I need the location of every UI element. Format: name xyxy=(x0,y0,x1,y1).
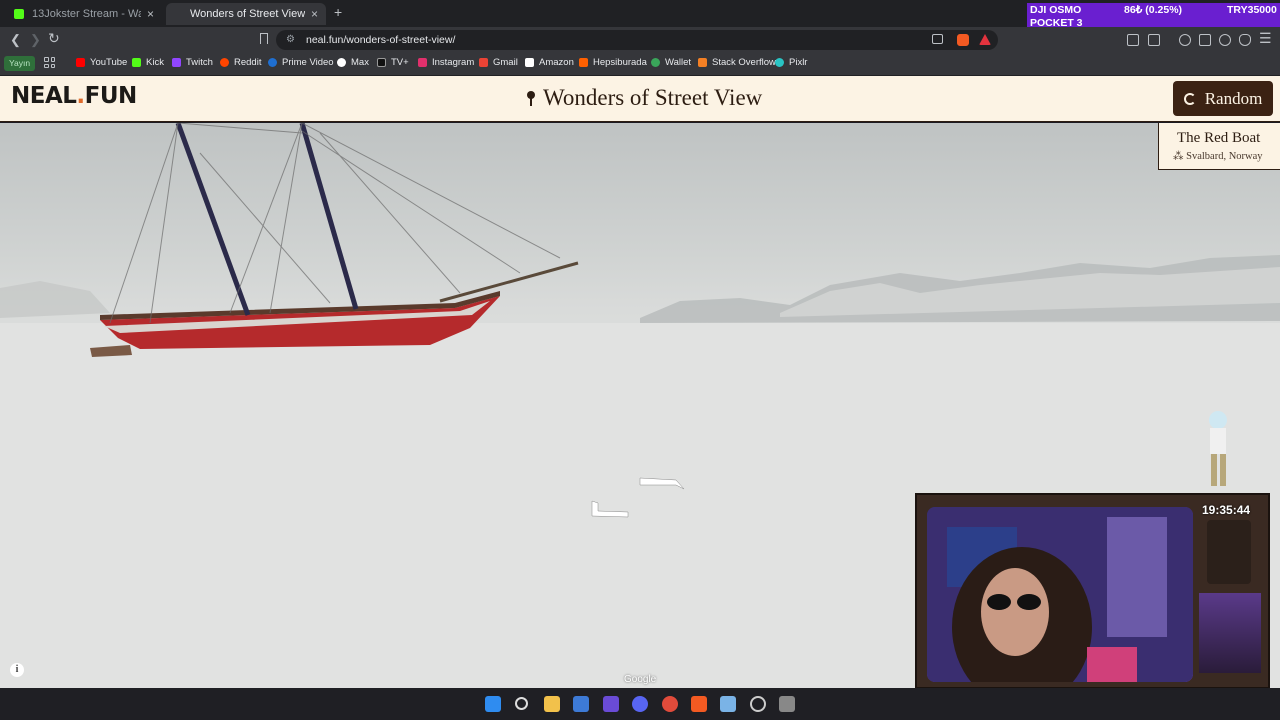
wallet-icon[interactable] xyxy=(1199,34,1211,46)
discord-icon[interactable] xyxy=(632,696,648,712)
hepsiburada-icon xyxy=(579,58,588,67)
reload-icon[interactable]: ↻ xyxy=(48,30,60,47)
kick-icon xyxy=(132,58,141,67)
address-bar-row: ❮ ❯ ↻ ⚙ neal.fun/wonders-of-street-view/… xyxy=(0,27,1280,53)
bookmark-kick[interactable]: Kick xyxy=(132,57,164,68)
site-info-icon[interactable]: ⚙ xyxy=(286,34,295,45)
ticker-price: TRY35000 xyxy=(1227,4,1277,16)
bookmark-stack-overflow[interactable]: Stack Overflow xyxy=(698,57,776,68)
page-title-text: Wonders of Street View xyxy=(543,85,763,110)
bookmark-icon[interactable] xyxy=(260,33,268,44)
forward-icon[interactable]: ❯ xyxy=(30,32,41,48)
brave-icon[interactable] xyxy=(691,696,707,712)
tab-kick-stream[interactable]: 13Jokster Stream - Watch Live on Kick × xyxy=(6,3,162,25)
google-attribution: Google xyxy=(624,674,657,685)
bookmark-instagram[interactable]: Instagram xyxy=(418,57,474,68)
vpn-shield-icon[interactable] xyxy=(1239,34,1251,46)
brave-rewards-icon[interactable] xyxy=(979,34,991,45)
chrome-icon[interactable] xyxy=(662,696,678,712)
neal-fun-logo[interactable]: NEAL.FUN xyxy=(11,83,137,109)
profile-badge[interactable]: Yayın xyxy=(4,56,36,71)
wallet-icon xyxy=(651,58,660,67)
youtube-icon xyxy=(76,58,85,67)
webcam-feed xyxy=(927,507,1193,682)
gmail-icon xyxy=(479,58,488,67)
left-hills xyxy=(0,281,110,318)
stack-overflow-icon xyxy=(698,58,707,67)
webcam-inset xyxy=(1199,593,1261,673)
url-field[interactable]: ⚙ neal.fun/wonders-of-street-view/ xyxy=(276,30,998,50)
search-icon[interactable] xyxy=(515,697,528,710)
app-icon[interactable] xyxy=(720,696,736,712)
prime-video-icon xyxy=(268,58,277,67)
tab-title: 13Jokster Stream - Watch Live on Kick xyxy=(32,8,141,20)
close-tab-icon[interactable]: × xyxy=(311,7,318,21)
kick-icon xyxy=(14,9,24,19)
reddit-icon xyxy=(220,58,229,67)
sidebar-icon[interactable] xyxy=(1148,34,1160,46)
bookmark-youtube[interactable]: YouTube xyxy=(76,57,127,68)
bookmark-tv-plus[interactable]: TV+ xyxy=(377,57,409,68)
app-icon[interactable] xyxy=(603,696,619,712)
leo-ai-icon[interactable] xyxy=(1219,34,1231,46)
bookmark-wallet[interactable]: Wallet xyxy=(651,57,691,68)
tv-plus-icon xyxy=(377,58,386,67)
bookmark-twitch[interactable]: Twitch xyxy=(172,57,213,68)
os-taskbar xyxy=(0,688,1280,720)
menu-icon[interactable]: ☰ xyxy=(1259,30,1272,47)
bookmark-pixlr[interactable]: Pixlr xyxy=(775,57,807,68)
site-header: NEAL.FUN Wonders of Street View Random xyxy=(0,76,1280,122)
bookmark-max[interactable]: Max xyxy=(337,57,369,68)
ticker-change: 86₺ (0.25%) xyxy=(1124,4,1183,16)
windows-start-icon[interactable] xyxy=(485,696,501,712)
boat-mast xyxy=(175,123,251,316)
refresh-icon xyxy=(1183,92,1196,105)
file-explorer-icon[interactable] xyxy=(544,696,560,712)
back-icon[interactable]: ❮ xyxy=(10,32,21,48)
bookmark-amazon[interactable]: Amazon xyxy=(525,57,574,68)
tv-knobs xyxy=(1207,520,1251,584)
webcam-scene xyxy=(927,507,1193,682)
url-text: neal.fun/wonders-of-street-view/ xyxy=(306,34,456,46)
share-icon[interactable] xyxy=(932,34,943,44)
bookmark-prime-video[interactable]: Prime Video xyxy=(268,57,334,68)
page-title: Wonders of Street View xyxy=(527,85,762,111)
store-icon[interactable] xyxy=(573,696,589,712)
location-name: The Red Boat xyxy=(1177,130,1261,146)
pixlr-icon xyxy=(775,58,784,67)
bookmark-gmail[interactable]: Gmail xyxy=(479,57,518,68)
random-button-label: Random xyxy=(1204,88,1263,108)
media-icon[interactable] xyxy=(1179,34,1191,46)
apps-grid-icon[interactable] xyxy=(44,57,55,68)
extensions-icon[interactable] xyxy=(1127,34,1139,46)
max-icon xyxy=(337,58,346,67)
info-icon[interactable]: i xyxy=(10,663,24,677)
tab-wonders-of-street-view[interactable]: Wonders of Street View × xyxy=(166,3,326,25)
map-pin-icon xyxy=(527,91,535,106)
new-tab-button[interactable]: + xyxy=(334,4,342,20)
boat-bowsprit xyxy=(439,261,579,303)
twitch-icon xyxy=(172,58,181,67)
boat-mast xyxy=(299,123,359,310)
location-card: The Red Boat ⁂ Svalbard, Norway xyxy=(1158,123,1280,170)
steam-icon[interactable] xyxy=(750,696,766,712)
bookmarks-bar: Yayın YouTube Kick Twitch Reddit Prime V… xyxy=(0,53,1280,76)
stream-clock: 19:35:44 xyxy=(1202,503,1251,517)
close-tab-icon[interactable]: × xyxy=(147,7,154,21)
amazon-icon xyxy=(525,58,534,67)
app-icon[interactable] xyxy=(779,696,795,712)
bookmark-hepsiburada[interactable]: Hepsiburada xyxy=(579,57,647,68)
pin-icon: ⁂ xyxy=(1173,151,1187,162)
tab-title: Wonders of Street View xyxy=(190,8,305,20)
location-place: ⁂ Svalbard, Norway xyxy=(1173,151,1263,162)
random-button[interactable]: Random xyxy=(1173,81,1273,116)
instagram-icon xyxy=(418,58,427,67)
brave-shields-icon[interactable] xyxy=(957,34,969,46)
bookmark-reddit[interactable]: Reddit xyxy=(220,57,261,68)
